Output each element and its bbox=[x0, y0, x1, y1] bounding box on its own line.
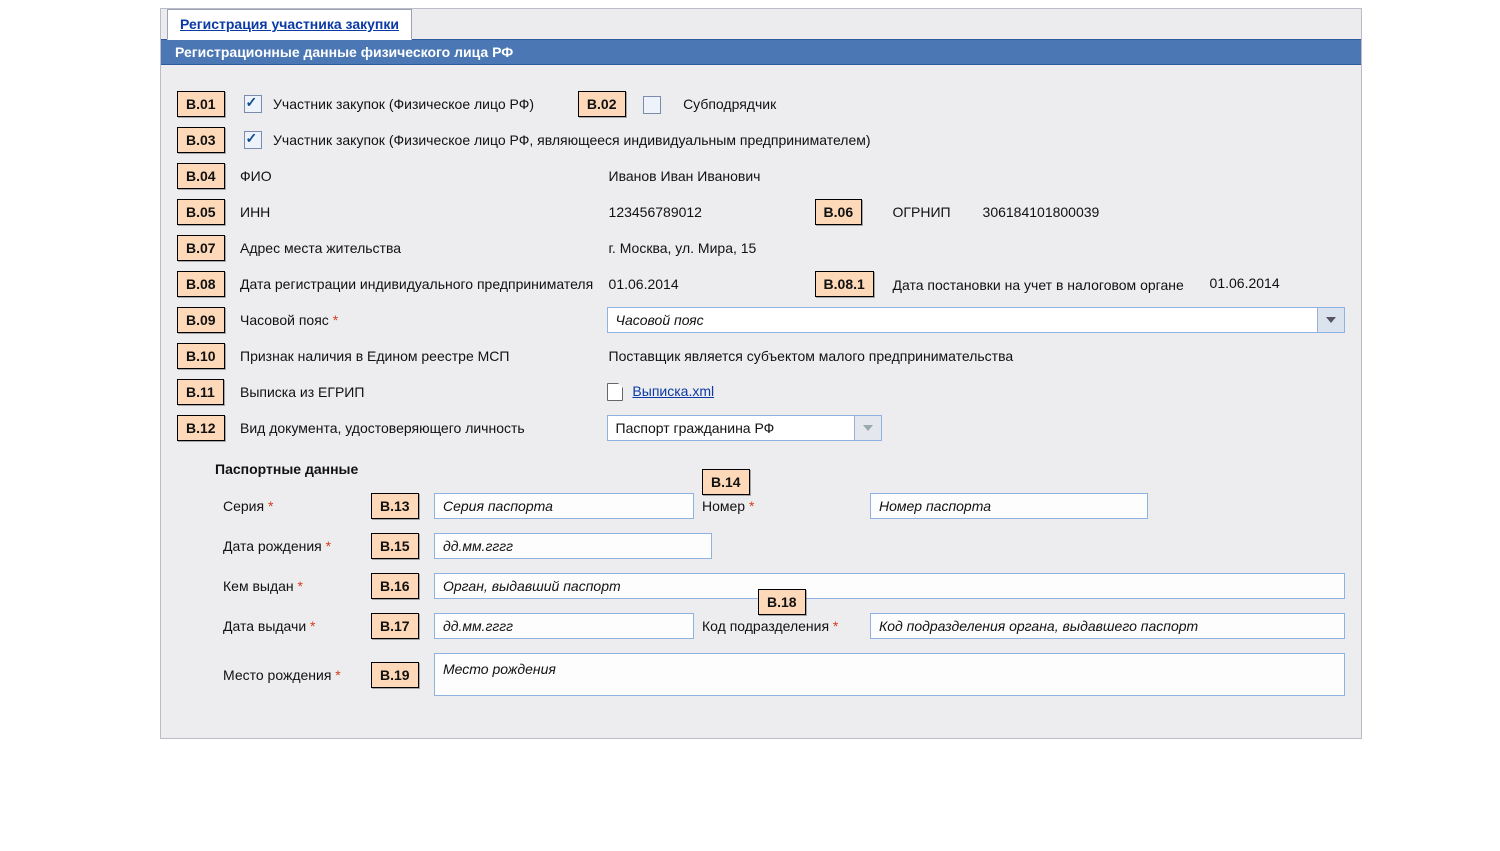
code-b19: B.19 bbox=[371, 662, 419, 688]
label-b02: Субподрядчик bbox=[683, 96, 776, 112]
code-b10: B.10 bbox=[177, 343, 225, 369]
required-birth-place: * bbox=[335, 667, 340, 683]
code-b14: B.14 bbox=[702, 469, 750, 495]
value-msp: Поставщик является субъектом малого пред… bbox=[607, 348, 1014, 364]
code-b08: B.08 bbox=[177, 271, 225, 297]
value-address: г. Москва, ул. Мира, 15 bbox=[607, 240, 757, 256]
label-issue-date: Дата выдачи bbox=[223, 618, 306, 634]
form-body: B.01 Участник закупок (Физическое лицо Р… bbox=[161, 65, 1361, 738]
chevron-down-icon bbox=[854, 416, 881, 440]
input-issue-date[interactable]: дд.мм.гггг bbox=[434, 613, 694, 639]
code-b17: B.17 bbox=[371, 613, 419, 639]
input-dept-code[interactable]: Код подразделения органа, выдавшего пасп… bbox=[870, 613, 1345, 639]
label-birth-date: Дата рождения bbox=[223, 538, 322, 554]
code-b13: B.13 bbox=[371, 493, 419, 519]
code-b18: B.18 bbox=[758, 589, 806, 615]
code-b16: B.16 bbox=[371, 573, 419, 599]
required-number: * bbox=[749, 498, 754, 514]
required-issued-by: * bbox=[298, 578, 303, 594]
value-reg-date: 01.06.2014 bbox=[607, 276, 679, 292]
code-b04: B.04 bbox=[177, 163, 225, 189]
label-b12: Вид документа, удостоверяющего личность bbox=[240, 420, 525, 436]
code-b11: B.11 bbox=[177, 379, 224, 405]
input-number[interactable]: Номер паспорта bbox=[870, 493, 1148, 519]
label-b09: Часовой пояс bbox=[240, 312, 329, 328]
label-b04: ФИО bbox=[240, 168, 272, 184]
required-birth-date: * bbox=[326, 538, 331, 554]
code-b09: B.09 bbox=[177, 307, 225, 333]
value-inn: 123456789012 bbox=[607, 204, 702, 220]
input-birth-date[interactable]: дд.мм.гггг bbox=[434, 533, 712, 559]
passport-table: Серия * B.13 Серия паспорта B.14 Номер *… bbox=[173, 481, 1349, 708]
code-b05: B.05 bbox=[177, 199, 225, 225]
fields-table: B.01 Участник закупок (Физическое лицо Р… bbox=[173, 83, 1349, 449]
section-header: Регистрационные данные физического лица … bbox=[161, 39, 1361, 65]
code-b01: B.01 bbox=[177, 91, 225, 117]
input-issued-by[interactable]: Орган, выдавший паспорт bbox=[434, 573, 1345, 599]
code-b02: B.02 bbox=[578, 91, 626, 117]
code-b08-1: B.08.1 bbox=[815, 271, 874, 297]
label-series: Серия bbox=[223, 498, 264, 514]
tab-registration[interactable]: Регистрация участника закупки bbox=[167, 9, 412, 40]
label-b08: Дата регистрации индивидуального предпри… bbox=[240, 276, 593, 292]
file-icon bbox=[607, 383, 623, 401]
input-birth-place[interactable]: Место рождения bbox=[434, 653, 1345, 696]
value-fio: Иванов Иван Иванович bbox=[607, 168, 761, 184]
label-birth-place: Место рождения bbox=[223, 667, 331, 683]
required-b09: * bbox=[333, 312, 338, 328]
label-b11: Выписка из ЕГРИП bbox=[240, 384, 364, 400]
code-b15: B.15 bbox=[371, 533, 419, 559]
link-file[interactable]: Выписка.xml bbox=[632, 383, 714, 399]
label-b07: Адрес места жительства bbox=[240, 240, 401, 256]
code-b06: B.06 bbox=[815, 199, 863, 225]
select-timezone[interactable]: Часовой пояс bbox=[607, 307, 1345, 333]
form-container: Регистрация участника закупки Регистраци… bbox=[160, 8, 1362, 739]
label-issued-by: Кем выдан bbox=[223, 578, 294, 594]
tab-bar: Регистрация участника закупки bbox=[161, 9, 1361, 39]
label-b05: ИНН bbox=[240, 204, 270, 220]
label-dept-code: Код подразделения bbox=[702, 618, 829, 634]
code-b07: B.07 bbox=[177, 235, 225, 261]
checkbox-b03[interactable] bbox=[244, 131, 262, 149]
required-issue-date: * bbox=[310, 618, 315, 634]
label-b10: Признак наличия в Едином реестре МСП bbox=[240, 348, 509, 364]
required-series: * bbox=[268, 498, 273, 514]
chevron-down-icon bbox=[1317, 308, 1344, 332]
select-doc-type[interactable]: Паспорт гражданина РФ bbox=[607, 415, 882, 441]
code-b03: B.03 bbox=[177, 127, 225, 153]
label-number: Номер bbox=[702, 498, 745, 514]
label-b08-1: Дата постановки на учет в налоговом орга… bbox=[893, 277, 1184, 293]
value-ogrnip: 306184101800039 bbox=[981, 204, 1100, 220]
label-b06: ОГРНИП bbox=[893, 204, 951, 220]
value-tax-date: 01.06.2014 bbox=[1208, 275, 1280, 291]
checkbox-b02[interactable] bbox=[643, 96, 661, 114]
select-timezone-text: Часовой пояс bbox=[616, 312, 1317, 328]
input-series[interactable]: Серия паспорта bbox=[434, 493, 694, 519]
select-doc-type-text: Паспорт гражданина РФ bbox=[616, 420, 854, 436]
passport-section-title: Паспортные данные bbox=[173, 449, 1349, 481]
label-b01: Участник закупок (Физическое лицо РФ) bbox=[273, 96, 534, 112]
label-b03: Участник закупок (Физическое лицо РФ, яв… bbox=[273, 132, 871, 148]
code-b12: B.12 bbox=[177, 415, 225, 441]
checkbox-b01[interactable] bbox=[244, 95, 262, 113]
required-dept-code: * bbox=[833, 618, 838, 634]
